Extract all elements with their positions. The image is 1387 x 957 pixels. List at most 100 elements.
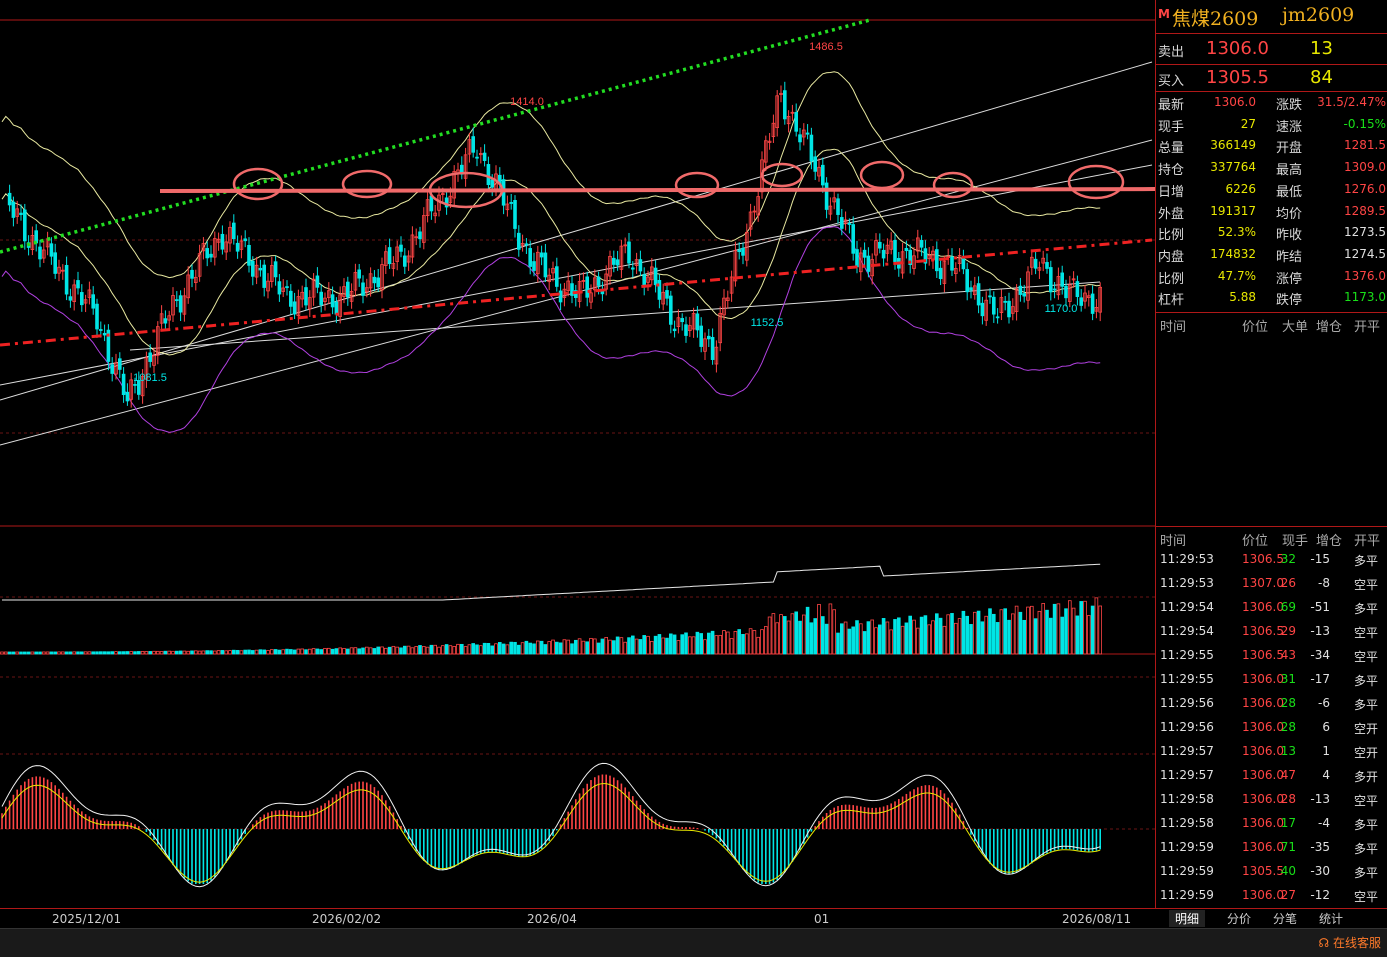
volume-bar — [612, 640, 616, 655]
tick-row[interactable]: 11:29:53 1306.5 32 -15 多平 — [1156, 552, 1387, 574]
volume-bar — [631, 635, 635, 655]
candle — [64, 264, 69, 295]
tick-row[interactable]: 11:29:54 1306.5 29 -13 空平 — [1156, 624, 1387, 646]
stat-row: 比例 52.3% 昨收 1273.5 — [1156, 224, 1387, 246]
volume-bar — [980, 621, 985, 655]
volume-bar — [448, 645, 453, 655]
tick-row[interactable]: 11:29:54 1306.0 69 -51 多平 — [1156, 600, 1387, 622]
stat-value: 31.5/2.47% — [1317, 95, 1386, 109]
volume-bar — [661, 637, 665, 655]
big-order-header: 时间 价位 大单 增仓 开平 — [1160, 320, 1381, 335]
tick-row[interactable]: 11:29:59 1306.0 71 -35 多平 — [1156, 840, 1387, 862]
candle — [513, 200, 517, 229]
candle — [992, 296, 996, 315]
volume-bar — [311, 648, 316, 655]
candle — [91, 294, 96, 309]
tick-row[interactable]: 11:29:55 1306.0 31 -17 多平 — [1156, 672, 1387, 694]
volume-bar — [288, 649, 293, 655]
ask-row: 卖出 1306.0 13 — [1158, 38, 1333, 60]
candle — [357, 269, 361, 279]
tick-row[interactable]: 11:29:53 1307.0 26 -8 空平 — [1156, 576, 1387, 598]
tab-stats[interactable]: 统计 — [1313, 910, 1349, 927]
candle — [950, 256, 954, 271]
candle — [319, 291, 323, 306]
volume-bar — [315, 648, 320, 655]
tick-row[interactable]: 11:29:56 1306.0 28 -6 多平 — [1156, 696, 1387, 718]
detail-tabs: 明细 分价 分笔 统计 — [1155, 908, 1387, 929]
volume-bar — [965, 615, 969, 655]
volume-bar — [745, 633, 749, 655]
volume-bar — [1094, 597, 1099, 655]
volume-bar — [889, 629, 893, 655]
tick-row[interactable]: 11:29:56 1306.0 28 6 空开 — [1156, 720, 1387, 742]
volume-bar — [536, 640, 540, 655]
volume-bar — [767, 616, 772, 655]
volume-bar — [893, 619, 897, 655]
stat-label: 昨收 — [1276, 228, 1303, 244]
volume-bar — [425, 646, 430, 655]
tab-detail[interactable]: 明细 — [1169, 910, 1206, 927]
volume-bar — [1003, 608, 1007, 655]
tab-ticks[interactable]: 分笔 — [1267, 910, 1303, 927]
x-tick-label: 2026/08/11 — [1062, 912, 1132, 926]
volume-bar — [76, 651, 80, 655]
candle — [1090, 293, 1095, 314]
volume-bar — [699, 633, 703, 655]
stat-label: 持仓 — [1158, 163, 1185, 179]
volume-bar — [718, 634, 722, 655]
candle — [376, 277, 380, 288]
macd-dif-line — [1, 762, 1101, 888]
candle — [235, 242, 240, 252]
candle — [133, 384, 137, 386]
volume-bar — [114, 651, 118, 655]
volume-bar — [995, 622, 1000, 655]
highlight-circle — [859, 160, 905, 190]
volume-bar — [45, 651, 50, 655]
volume-bar — [38, 651, 42, 655]
volume-bar — [456, 643, 460, 655]
tick-row[interactable]: 11:29:59 1305.5 40 -30 多平 — [1156, 864, 1387, 886]
price-label: 1414.0 — [510, 96, 544, 108]
candle — [980, 302, 985, 317]
volume-bar — [722, 630, 726, 655]
volume-bar — [467, 644, 472, 655]
tick-row[interactable]: 11:29:59 1306.0 27 -12 空平 — [1156, 888, 1387, 910]
tick-row[interactable]: 11:29:57 1306.0 13 1 空开 — [1156, 744, 1387, 766]
volume-bar — [148, 651, 153, 655]
volume-bar — [490, 645, 494, 655]
candle — [288, 290, 293, 307]
online-service-link[interactable]: ☊ 在线客服 — [1319, 934, 1382, 951]
candle — [399, 244, 403, 252]
volume-bar — [383, 647, 388, 655]
stat-value: 52.3% — [1217, 225, 1256, 240]
tick-row[interactable]: 11:29:58 1306.0 17 -4 多平 — [1156, 816, 1387, 838]
volume-bar — [1049, 617, 1053, 655]
tick-row[interactable]: 11:29:55 1306.5 43 -34 空平 — [1156, 648, 1387, 670]
tick-row[interactable]: 11:29:58 1306.0 28 -13 空平 — [1156, 792, 1387, 814]
volume-bar — [558, 642, 563, 655]
stat-value: 1306.0 — [1214, 95, 1256, 109]
volume-bar — [501, 643, 506, 655]
tick-row[interactable]: 11:29:57 1306.0 47 4 多开 — [1156, 768, 1387, 790]
volume-bar — [190, 650, 194, 655]
chart-area[interactable]: 1486.5 1414.0 1081.5 1152.5 1170.0 — [0, 0, 1155, 908]
candle — [1060, 272, 1065, 287]
volume-bar — [285, 648, 289, 655]
stat-label: 跌停 — [1276, 293, 1303, 309]
stat-label: 昨结 — [1276, 249, 1303, 265]
volume-bar — [832, 609, 836, 655]
volume-bar — [80, 651, 84, 655]
kline-chart[interactable]: 1486.5 1414.0 1081.5 1152.5 1170.0 — [0, 0, 1155, 908]
volume-bar — [266, 649, 270, 655]
volume-bar — [452, 646, 456, 655]
volume-bar — [950, 613, 954, 655]
volume-bar — [672, 634, 677, 655]
candle — [847, 223, 852, 225]
volume-bar — [798, 620, 802, 655]
tab-price-dist[interactable]: 分价 — [1221, 910, 1257, 927]
candle — [558, 290, 563, 303]
volume-bar — [345, 648, 350, 655]
volume-bar — [220, 650, 225, 655]
volume-bar — [1014, 605, 1019, 655]
volume-bar — [250, 650, 255, 655]
